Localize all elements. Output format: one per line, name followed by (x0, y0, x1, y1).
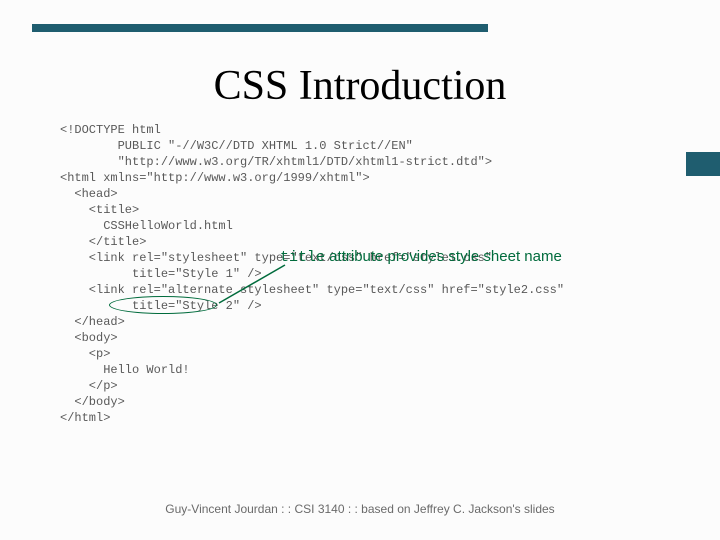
code-line: <html xmlns="http://www.w3.org/1999/xhtm… (60, 171, 370, 185)
code-line: </p> (60, 379, 118, 393)
slide-footer: Guy-Vincent Jourdan : : CSI 3140 : : bas… (0, 502, 720, 516)
code-line: Hello World! (60, 363, 190, 377)
code-line: </html> (60, 411, 110, 425)
code-block: <!DOCTYPE html PUBLIC "-//W3C//DTD XHTML… (60, 122, 680, 426)
accent-bar-right (686, 152, 720, 176)
annotation-code-word: title (280, 249, 325, 266)
slide-title: CSS Introduction (0, 62, 720, 110)
code-line: </title> (60, 235, 146, 249)
code-line: </body> (60, 395, 125, 409)
accent-bar-top (32, 24, 488, 32)
code-line: </head> (60, 315, 125, 329)
code-line: title="Style 2" /> (60, 299, 262, 313)
code-line: CSSHelloWorld.html (60, 219, 233, 233)
code-line: <body> (60, 331, 118, 345)
code-line: <p> (60, 347, 110, 361)
annotation-label: title attribute provides style sheet nam… (280, 248, 562, 266)
code-line: title="Style 1" /> (60, 267, 262, 281)
annotation-text: attribute provides style sheet name (325, 248, 562, 265)
code-line: <link rel="alternate stylesheet" type="t… (60, 283, 564, 297)
code-line: "http://www.w3.org/TR/xhtml1/DTD/xhtml1-… (60, 155, 492, 169)
code-line: <head> (60, 187, 118, 201)
code-line: <title> (60, 203, 139, 217)
code-line: <!DOCTYPE html (60, 123, 161, 137)
code-line: PUBLIC "-//W3C//DTD XHTML 1.0 Strict//EN… (60, 139, 413, 153)
